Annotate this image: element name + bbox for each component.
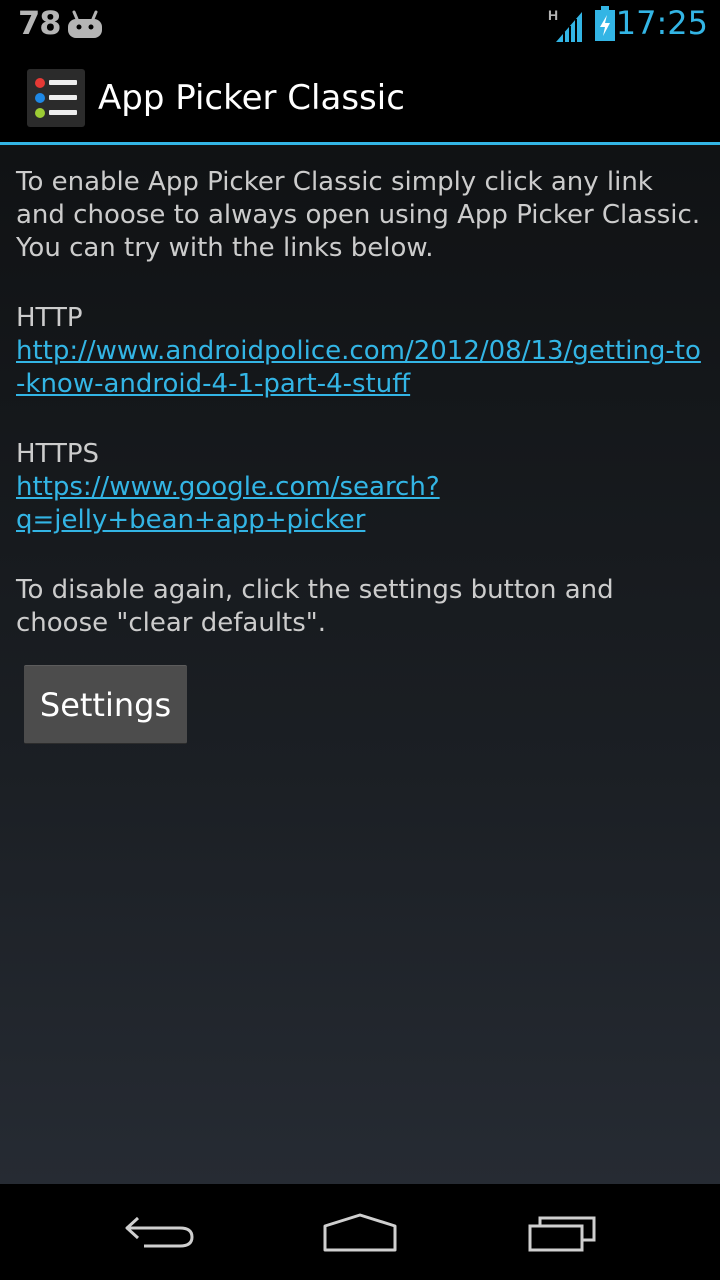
http-label: HTTP <box>16 303 83 333</box>
notification-count: 78 <box>18 4 62 42</box>
page-title: App Picker Classic <box>98 78 405 118</box>
home-icon[interactable] <box>315 1204 405 1260</box>
https-link[interactable]: https://www.google.com/search?q=jelly+be… <box>16 472 440 535</box>
https-label: HTTPS <box>16 439 100 469</box>
intro-text: To enable App Picker Classic simply clic… <box>16 167 701 263</box>
android-notification-icon <box>68 10 102 38</box>
network-type-label: H <box>548 7 558 23</box>
https-link-container: https://www.google.com/search?q=jelly+be… <box>16 471 456 537</box>
signal-icon: H <box>548 7 582 42</box>
back-icon[interactable] <box>114 1204 204 1260</box>
http-link-container: http://www.androidpolice.com/2012/08/13/… <box>16 335 706 401</box>
http-link[interactable]: http://www.androidpolice.com/2012/08/13/… <box>16 336 701 399</box>
main-content: To enable App Picker Classic simply clic… <box>0 145 720 1184</box>
status-bar: 78 H 17:25 <box>0 0 720 50</box>
navigation-bar <box>0 1184 720 1280</box>
clock: 17:25 <box>615 4 708 42</box>
settings-button[interactable]: Settings <box>24 665 187 744</box>
app-list-icon[interactable] <box>27 69 85 127</box>
battery-charging-icon <box>595 6 615 41</box>
screen: 78 H 17:25 App Picker Classic To enable … <box>0 0 720 1280</box>
action-bar: App Picker Classic <box>0 50 720 142</box>
recent-apps-icon[interactable] <box>516 1204 606 1260</box>
disable-text: To disable again, click the settings but… <box>16 575 614 638</box>
